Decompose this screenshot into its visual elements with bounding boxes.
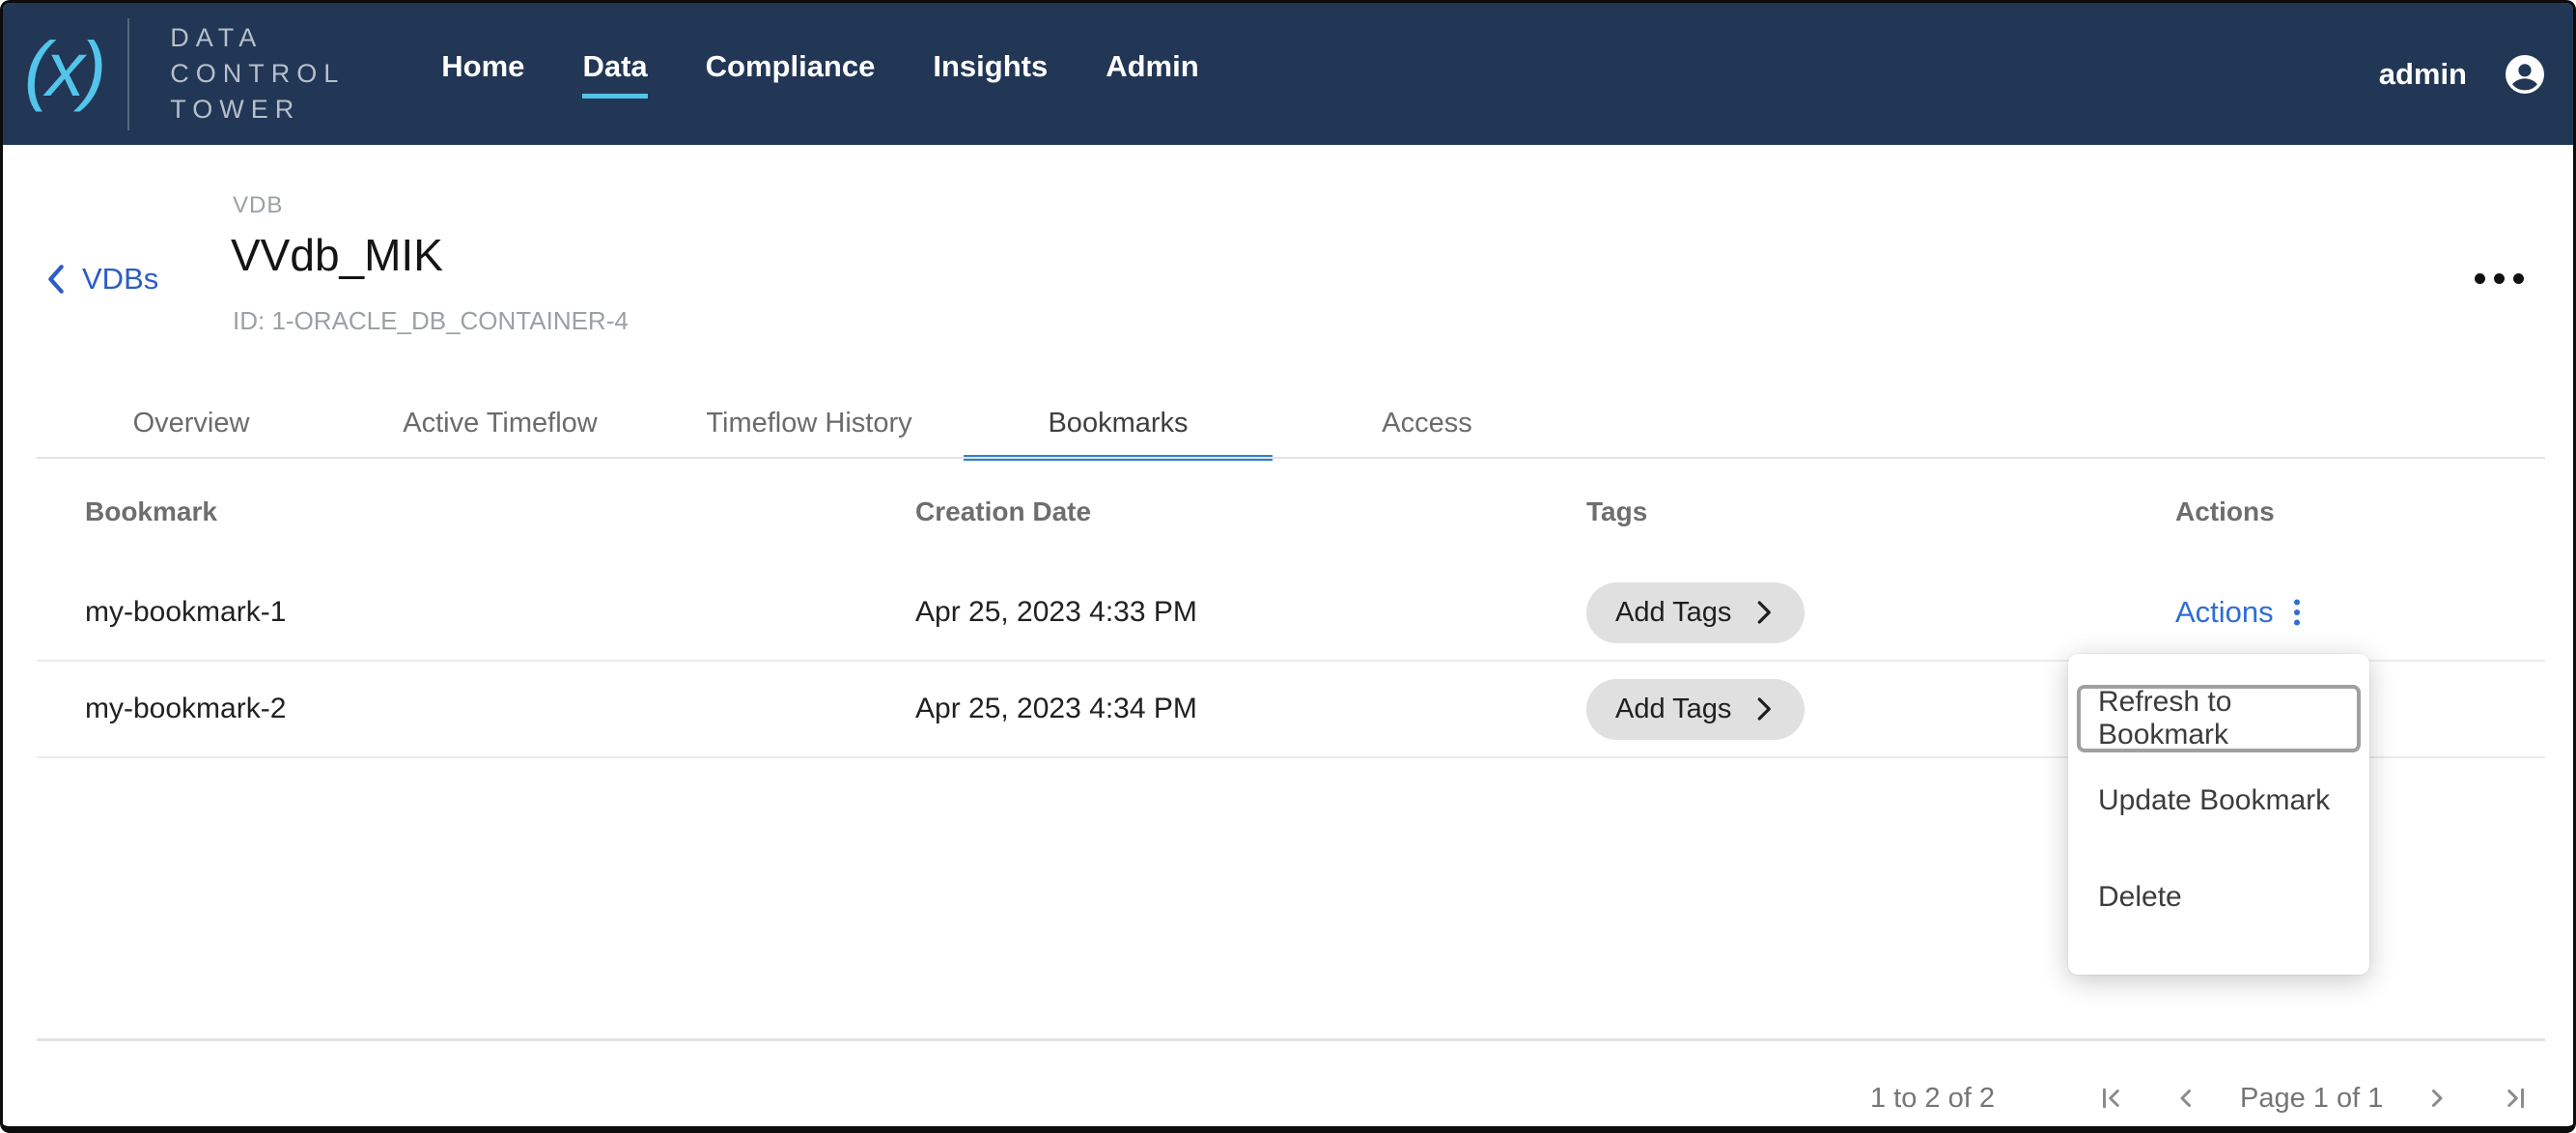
wordmark-line: CONTROL — [170, 56, 345, 92]
tab-active-timeflow[interactable]: Active Timeflow — [346, 387, 655, 459]
bookmark-name: my-bookmark-1 — [85, 596, 915, 629]
column-header-actions: Actions — [2175, 496, 2545, 527]
entity-id: ID: 1-ORACLE_DB_CONTAINER-4 — [233, 306, 629, 336]
tab-access[interactable]: Access — [1273, 387, 1582, 459]
creation-date: Apr 25, 2023 4:33 PM — [915, 596, 1586, 629]
previous-page-icon — [2172, 1084, 2201, 1113]
chevron-left-icon — [43, 263, 69, 296]
add-tags-label: Add Tags — [1615, 597, 1731, 629]
nav-item-compliance[interactable]: Compliance — [706, 49, 876, 99]
horizontal-ellipsis-icon — [2475, 273, 2485, 284]
tab-overview[interactable]: Overview — [37, 387, 346, 459]
menu-item-delete[interactable]: Delete — [2077, 849, 2361, 946]
page-title: VVdb_MIK — [231, 229, 443, 281]
add-tags-button[interactable]: Add Tags — [1586, 582, 1805, 643]
column-header-tags: Tags — [1586, 496, 2175, 527]
actions-dropdown-menu: Refresh to Bookmark Update Bookmark Dele… — [2068, 654, 2369, 975]
row-actions-button[interactable]: Actions — [2175, 595, 2305, 630]
footer-divider — [37, 1038, 2545, 1041]
more-actions-button[interactable] — [2465, 264, 2534, 294]
nav-item-home[interactable]: Home — [441, 49, 524, 99]
table-header-row: Bookmark Creation Date Tags Actions — [37, 459, 2545, 565]
column-header-creation-date: Creation Date — [915, 496, 1586, 527]
back-link-label: VDBs — [82, 262, 158, 297]
bookmark-name: my-bookmark-2 — [85, 693, 915, 725]
menu-item-refresh-to-bookmark[interactable]: Refresh to Bookmark — [2077, 685, 2361, 752]
first-page-icon — [2097, 1084, 2126, 1113]
tab-timeflow-history[interactable]: Timeflow History — [655, 387, 964, 459]
nav-item-admin[interactable]: Admin — [1106, 49, 1198, 99]
wordmark-line: TOWER — [170, 92, 345, 127]
detail-tabs: Overview Active Timeflow Timeflow Histor… — [37, 387, 1582, 459]
delphix-logo-icon: (x) — [24, 31, 127, 118]
next-page-icon — [2422, 1084, 2450, 1113]
add-tags-label: Add Tags — [1615, 694, 1731, 725]
brand-wordmark: DATA CONTROL TOWER — [170, 20, 345, 127]
pagination-page-label: Page 1 of 1 — [2240, 1083, 2383, 1115]
pagination-range: 1 to 2 of 2 — [1870, 1083, 1995, 1115]
column-header-bookmark: Bookmark — [85, 496, 915, 527]
account-circle-icon[interactable] — [2502, 51, 2548, 98]
nav-item-insights[interactable]: Insights — [933, 49, 1048, 99]
tab-bookmarks[interactable]: Bookmarks — [964, 387, 1273, 459]
app-window: (x) DATA CONTROL TOWER Home Data Complia… — [0, 0, 2576, 1133]
creation-date: Apr 25, 2023 4:34 PM — [915, 693, 1586, 725]
logo-divider — [127, 18, 129, 130]
entity-type-label: VDB — [233, 192, 283, 219]
wordmark-line: DATA — [170, 20, 345, 56]
last-page-icon — [2501, 1084, 2530, 1113]
add-tags-button[interactable]: Add Tags — [1586, 679, 1805, 740]
brand-logo: (x) DATA CONTROL TOWER — [24, 18, 345, 130]
next-page-button[interactable] — [2416, 1078, 2456, 1119]
previous-page-button[interactable] — [2167, 1078, 2207, 1119]
pagination-bar: 1 to 2 of 2 Page 1 of 1 — [1870, 1071, 2535, 1125]
nav-item-data[interactable]: Data — [582, 49, 647, 99]
main-nav: Home Data Compliance Insights Admin — [441, 49, 1198, 99]
last-page-button[interactable] — [2495, 1078, 2535, 1119]
top-navbar: (x) DATA CONTROL TOWER Home Data Complia… — [3, 3, 2573, 145]
user-name: admin — [2379, 57, 2467, 92]
table-row: my-bookmark-1 Apr 25, 2023 4:33 PM Add T… — [37, 565, 2545, 662]
user-menu[interactable]: admin — [2379, 51, 2573, 98]
actions-label: Actions — [2175, 595, 2274, 630]
chevron-right-icon — [1750, 694, 1776, 723]
first-page-button[interactable] — [2091, 1078, 2132, 1119]
chevron-right-icon — [1750, 598, 1776, 627]
vertical-dots-icon — [2289, 595, 2305, 630]
back-to-vdbs-link[interactable]: VDBs — [43, 262, 158, 297]
menu-item-update-bookmark[interactable]: Update Bookmark — [2077, 752, 2361, 849]
